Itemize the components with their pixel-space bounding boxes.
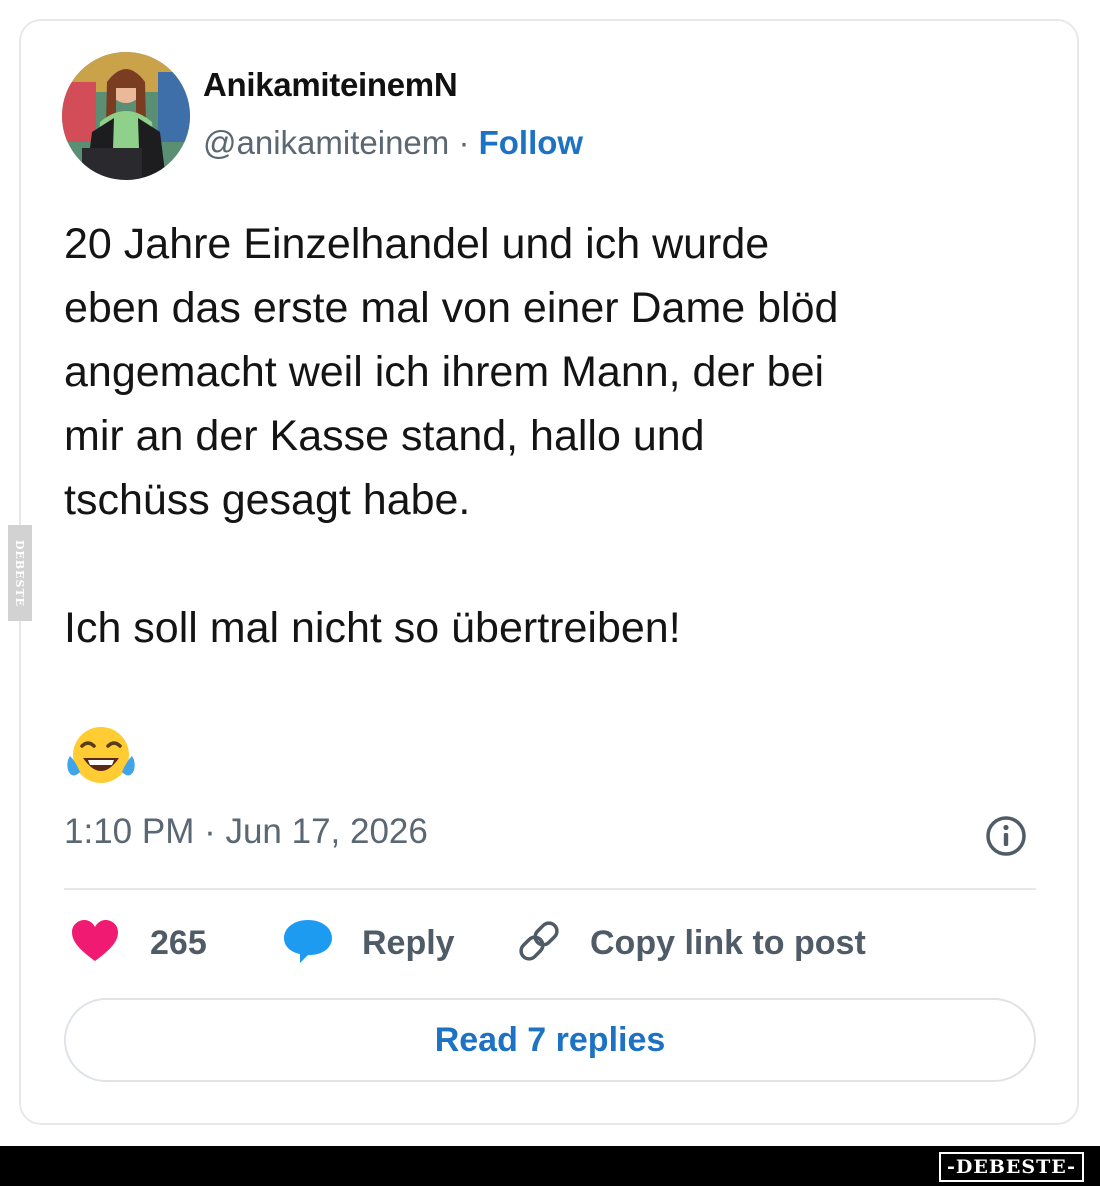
- separator-dot: ·: [458, 124, 470, 161]
- handle-row: @anikamiteinem · Follow: [203, 124, 583, 162]
- link-icon: [514, 918, 564, 969]
- follow-link[interactable]: Follow: [479, 124, 583, 161]
- copy-link-label: Copy link to post: [590, 923, 866, 962]
- tweet-text: 20 Jahre Einzelhandel und ich wurde eben…: [64, 220, 839, 652]
- info-icon[interactable]: [984, 814, 1028, 858]
- side-watermark-text: DEBESTE: [13, 539, 27, 607]
- face-with-tears-of-joy-emoji: [66, 722, 136, 792]
- speech-bubble-icon: [282, 918, 334, 969]
- handle[interactable]: @anikamiteinem: [203, 124, 449, 161]
- reply-label: Reply: [362, 923, 455, 962]
- reply-button[interactable]: Reply: [282, 918, 455, 968]
- like-count: 265: [150, 923, 207, 962]
- like-button[interactable]: 265: [70, 918, 207, 968]
- copy-link-button[interactable]: Copy link to post: [514, 918, 866, 968]
- brand-logo: -DEBESTE-: [939, 1152, 1084, 1182]
- divider: [64, 888, 1036, 890]
- read-replies-button[interactable]: Read 7 replies: [64, 998, 1036, 1082]
- avatar[interactable]: [62, 52, 190, 180]
- heart-icon: [70, 919, 120, 968]
- footer-bar: -DEBESTE-: [0, 1146, 1100, 1186]
- timestamp[interactable]: 1:10 PM · Jun 17, 2026: [64, 812, 428, 852]
- side-watermark: DEBESTE: [8, 525, 32, 621]
- display-name[interactable]: AnikamiteinemN: [203, 66, 458, 104]
